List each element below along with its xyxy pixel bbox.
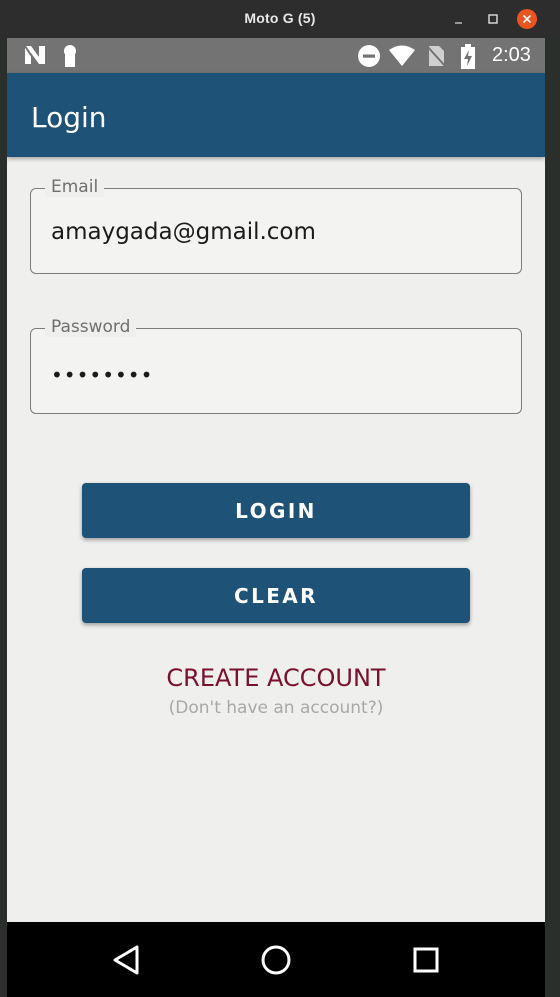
email-label: Email [45,177,105,197]
navigation-bar [7,922,545,997]
password-field[interactable]: Password •••••••• [30,317,522,414]
create-account-link[interactable]: CREATE ACCOUNT [7,664,545,692]
emulator-title-bar: Moto G (5) [0,0,560,38]
create-account-hint: (Don't have an account?) [168,698,384,718]
email-field[interactable]: Email amaygada@gmail.com [30,177,522,274]
n-notification-icon [23,44,47,71]
battery-charging-icon [460,44,476,75]
app-bar: Login [7,73,545,157]
wifi-icon [388,44,416,73]
keyhole-notification-icon [62,44,78,73]
no-sim-icon [425,44,447,73]
clear-button[interactable]: CLEAR [82,568,470,623]
device-frame-right [545,38,560,997]
email-input[interactable]: amaygada@gmail.com [51,219,501,245]
recents-icon[interactable] [406,940,446,980]
status-time: 2:03 [492,44,531,66]
close-icon[interactable] [517,9,537,29]
minimize-icon[interactable] [449,9,469,29]
password-input[interactable]: •••••••• [51,363,153,387]
password-label: Password [45,317,137,337]
window-title: Moto G (5) [244,10,316,26]
device-screen: 2:03 Login Email amaygada@gmail.com Pass… [7,38,545,997]
do-not-disturb-icon [357,44,381,73]
login-button[interactable]: LOGIN [82,483,470,538]
device-frame-left [0,38,7,997]
status-bar: 2:03 [7,38,545,73]
home-icon[interactable] [256,940,296,980]
back-icon[interactable] [106,940,146,980]
maximize-icon[interactable] [483,9,503,29]
page-title: Login [31,101,107,134]
